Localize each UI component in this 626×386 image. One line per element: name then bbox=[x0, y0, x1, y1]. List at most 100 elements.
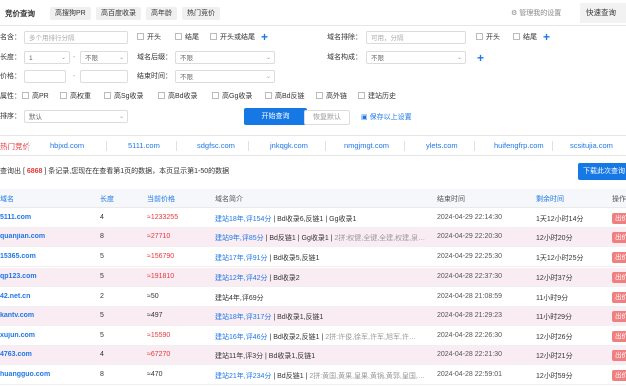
domain-link[interactable]: quanjian.com bbox=[0, 233, 95, 240]
bid-button[interactable]: 出价 bbox=[612, 331, 626, 342]
result-summary: 查询出 [ 6868 ] 条记录,您现在在查看第1页的数据，本页显示第1-50的… bbox=[0, 168, 230, 175]
quick-query-button[interactable]: 快速查询(2 bbox=[580, 3, 626, 37]
cb-start[interactable]: 开头 bbox=[137, 31, 161, 44]
add-name-filter-plus-icon[interactable]: + bbox=[261, 31, 268, 43]
remaining-time: 12小时21分 bbox=[536, 353, 573, 360]
download-results-button[interactable]: 下载此次查询 bbox=[578, 163, 626, 180]
save-settings-link[interactable]: ▣ 保存以上设置 bbox=[361, 112, 412, 122]
suffix-select[interactable]: 不限 ⌄ bbox=[175, 51, 275, 64]
current-price: ≈156790 bbox=[147, 253, 175, 260]
exclude-input[interactable]: 可用，分隔 bbox=[366, 31, 466, 44]
site-age-score-link[interactable]: 建站17年,评91分 bbox=[215, 255, 268, 262]
sort-select[interactable]: 默认 ⌄ bbox=[24, 110, 128, 123]
sort-label: 排序： bbox=[0, 113, 21, 120]
divider bbox=[248, 141, 249, 151]
remaining-time: 12小时26分 bbox=[536, 334, 573, 341]
reset-button[interactable]: 恢复默认 bbox=[304, 110, 350, 125]
intro-stats: | Bd收录5,反链1 bbox=[269, 255, 320, 262]
attr-high-bd-index[interactable]: 高Bd收录 bbox=[158, 90, 198, 103]
bid-button[interactable]: 出价 bbox=[612, 252, 626, 263]
th-intro: 域名简介 bbox=[215, 196, 243, 203]
attr-high-sg-index[interactable]: 高Sg收录 bbox=[104, 90, 144, 103]
site-link[interactable]: jnkqgk.com bbox=[270, 141, 308, 150]
tab-high-age[interactable]: 高年龄 bbox=[146, 7, 177, 20]
th-domain[interactable]: 域名 bbox=[0, 194, 14, 204]
tab-auction-query[interactable]: 竞价查询 bbox=[0, 7, 40, 20]
site-age-score-link[interactable]: 建站16年,评46分 bbox=[215, 334, 268, 341]
site-link[interactable]: 5111.com bbox=[128, 141, 160, 150]
site-age-score-link[interactable]: 建站12年,评42分 bbox=[215, 275, 268, 282]
domain-link[interactable]: 15365.com bbox=[0, 253, 95, 260]
name-contains-input[interactable]: 多个用排行分隔 bbox=[24, 31, 128, 44]
domain-link[interactable]: xujun.com bbox=[0, 332, 95, 339]
attr-high-pr[interactable]: 高PR bbox=[22, 90, 49, 103]
cb-end[interactable]: 结尾 bbox=[175, 31, 199, 44]
site-link[interactable]: sdgfsc.com bbox=[197, 141, 235, 150]
price-max-input[interactable] bbox=[80, 70, 128, 83]
attr-high-weight[interactable]: 高权重 bbox=[60, 90, 91, 103]
cb-start-or-end[interactable]: 开头或结尾 bbox=[210, 31, 255, 44]
domain-length: 8 bbox=[100, 371, 104, 378]
checkbox-icon bbox=[104, 92, 111, 99]
site-age-score-link[interactable]: 建站21年,评234分 bbox=[215, 373, 271, 380]
attr-site-history[interactable]: 建站历史 bbox=[358, 90, 396, 103]
cb-exclude-start[interactable]: 开头 bbox=[476, 31, 500, 44]
site-link[interactable]: ylets.com bbox=[426, 141, 458, 150]
divider bbox=[28, 141, 29, 151]
search-button[interactable]: 开始查询 bbox=[244, 108, 307, 125]
site-age-score-link[interactable]: 建站18年,评154分 bbox=[215, 216, 271, 223]
domain-intro: 建站11年,评3分 | Bd收录1,反链1 bbox=[215, 351, 433, 361]
site-link[interactable]: nmgjmgt.com bbox=[344, 141, 389, 150]
structure-select[interactable]: 不限 ⌄ bbox=[366, 51, 466, 64]
bid-button[interactable]: 出价 bbox=[612, 292, 626, 303]
bid-button[interactable]: 出价 bbox=[612, 272, 626, 283]
site-link[interactable]: huifengfrp.com bbox=[494, 141, 544, 150]
table-row: 4763.com 4 ≈67270 建站11年,评3分 | Bd收录1,反链1 20… bbox=[0, 346, 626, 365]
domain-link[interactable]: qp123.com bbox=[0, 273, 95, 280]
divider bbox=[552, 141, 553, 151]
attr-high-bd-backlink[interactable]: 高Bd反链 bbox=[265, 90, 305, 103]
bid-button[interactable]: 出价 bbox=[612, 311, 626, 322]
end-time-select[interactable]: 不限 ⌄ bbox=[175, 70, 275, 83]
end-time: 2024-04-28 22:37:30 bbox=[437, 273, 502, 280]
chevron-down-icon: ⌄ bbox=[118, 114, 124, 120]
current-price: ≈1233255 bbox=[147, 214, 179, 221]
attr-high-external-link[interactable]: 高外链 bbox=[316, 90, 347, 103]
bid-button[interactable]: 出价 bbox=[612, 232, 626, 243]
th-remaining-time[interactable]: 剩余时间 bbox=[536, 194, 564, 204]
th-price[interactable]: 当前价格 bbox=[147, 194, 175, 204]
divider bbox=[106, 141, 107, 151]
remaining-time: 1天12小时25分 bbox=[536, 255, 584, 262]
attr-high-gg-index[interactable]: 高Gg收录 bbox=[212, 90, 252, 103]
tab-hot-auction[interactable]: 热门竞价 bbox=[182, 7, 220, 20]
tab-high-sogou-pr[interactable]: 高搜狗PR bbox=[50, 7, 91, 20]
top-bar: 竞价查询 高搜狗PR 高百度收录 高年龄 热门竞价 ⚙ 管理我的设置 快速查询(… bbox=[0, 0, 626, 37]
site-age-score-link[interactable]: 建站18年,评317分 bbox=[215, 314, 271, 321]
domain-link[interactable]: 5111.com bbox=[0, 214, 95, 221]
th-length[interactable]: 长度 bbox=[100, 194, 114, 204]
add-exclude-filter-plus-icon[interactable]: + bbox=[543, 31, 550, 43]
add-structure-plus-icon[interactable]: + bbox=[477, 52, 484, 64]
site-age-score-link[interactable]: 建站9年,评85分 bbox=[215, 235, 264, 242]
checkbox-icon bbox=[22, 92, 29, 99]
tab-high-baidu-index[interactable]: 高百度收录 bbox=[96, 7, 141, 20]
manage-settings-link[interactable]: ⚙ 管理我的设置 bbox=[511, 8, 561, 18]
site-link[interactable]: scsitujia.com bbox=[570, 141, 613, 150]
price-min-input[interactable] bbox=[24, 70, 66, 83]
bid-button[interactable]: 出价 bbox=[612, 350, 626, 361]
cb-exclude-end[interactable]: 结尾 bbox=[513, 31, 537, 44]
domain-length: 8 bbox=[100, 233, 104, 240]
length-from-select[interactable]: 1 ⌄ bbox=[24, 51, 70, 64]
domain-link[interactable]: huangguo.com bbox=[0, 371, 95, 378]
domain-link[interactable]: kantv.com bbox=[0, 312, 95, 319]
end-time: 2024-04-29 22:25:30 bbox=[437, 253, 502, 260]
remaining-time: 12小时20分 bbox=[536, 235, 573, 242]
length-to-select[interactable]: 不限 ⌄ bbox=[80, 51, 128, 64]
bid-button[interactable]: 出价 bbox=[612, 213, 626, 224]
site-link-hot-auction[interactable]: 热门竞价 bbox=[0, 141, 30, 152]
site-link[interactable]: hbjxd.com bbox=[50, 141, 84, 150]
domain-link[interactable]: 42.net.cn bbox=[0, 293, 95, 300]
domain-link[interactable]: 4763.com bbox=[0, 351, 95, 358]
remaining-time: 12小时37分 bbox=[536, 275, 573, 282]
bid-button[interactable]: 出价 bbox=[612, 370, 626, 381]
